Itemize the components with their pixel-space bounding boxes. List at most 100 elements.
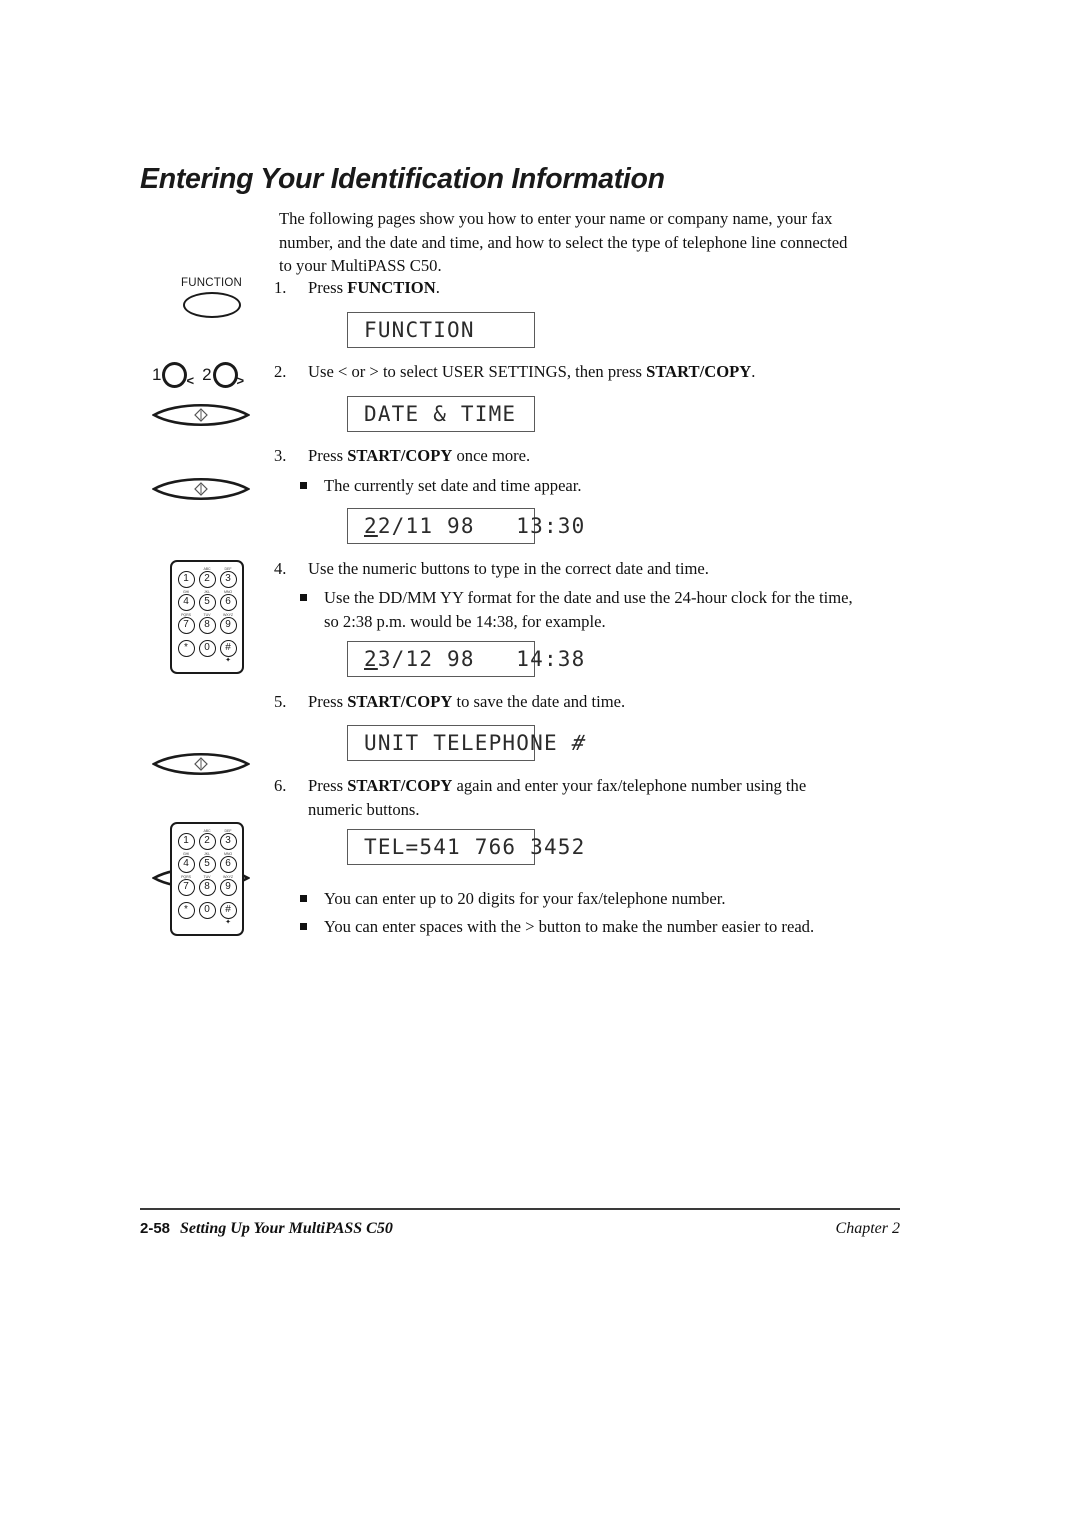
keypad-key-digit: 6 — [219, 594, 237, 611]
lcd-unit-telephone-label: UNIT TELEPHONE — [364, 731, 572, 755]
keypad-key-letters: MNO — [223, 590, 233, 594]
keypad-key[interactable]: DEF 3 — [218, 567, 238, 588]
keypad-key[interactable]: MNO 6 — [218, 852, 238, 873]
keypad-row: PQRS 7 TUV 8 WXYZ 9 — [176, 613, 238, 634]
step-1-bold: FUNCTION — [347, 278, 436, 297]
bullet-item-3: You can enter up to 20 digits for your f… — [300, 887, 856, 911]
keypad-key[interactable]: MNO 6 — [218, 590, 238, 611]
bullet-item-2: Use the DD/MM YY format for the date and… — [300, 586, 856, 633]
keypad-key[interactable]: DEF 3 — [218, 829, 238, 850]
bullet-square-icon — [300, 482, 307, 489]
start-copy-button-icon-2[interactable] — [152, 474, 250, 504]
keypad-key[interactable]: 1 — [176, 567, 196, 588]
start-copy-button-icon-3[interactable] — [152, 749, 250, 779]
step-5-prefix: Press — [308, 692, 348, 711]
step-6-bold: START/COPY — [347, 776, 453, 795]
step-4: 4. Use the numeric buttons to type in th… — [274, 557, 854, 581]
keypad-key[interactable]: 1 — [176, 829, 196, 850]
arrow-left-digit: 1 — [152, 365, 162, 384]
keypad-key[interactable]: # ✦ — [218, 636, 238, 664]
bullet-square-icon — [300, 594, 307, 601]
bullet-item-4-text: You can enter spaces with the > button t… — [324, 917, 815, 936]
keypad-key-digit: 3 — [219, 571, 237, 588]
keypad-key[interactable]: 0 — [197, 898, 217, 925]
function-button-icon[interactable]: FUNCTION — [181, 277, 242, 318]
keypad-key-digit: * — [177, 902, 195, 919]
keypad-key-digit: 8 — [198, 879, 216, 896]
keypad-key[interactable]: PQRS 7 — [176, 875, 196, 896]
keypad-key-digit: 8 — [198, 617, 216, 634]
keypad-key-digit: 7 — [177, 879, 195, 896]
keypad-key-digit: 4 — [177, 594, 195, 611]
step-1-suffix: . — [435, 278, 440, 297]
step-2-prefix: Use < or > to select USER SETTINGS, then… — [308, 362, 647, 381]
step-3-text: Press START/COPY once more. — [308, 444, 854, 468]
keypad-key[interactable]: * — [176, 898, 196, 925]
step-2: 2. Use < or > to select USER SETTINGS, t… — [274, 360, 854, 384]
step-5-text: Press START/COPY to save the date and ti… — [308, 690, 854, 714]
step-6-text: Press START/COPY again and enter your fa… — [308, 774, 854, 821]
keypad-row: PQRS 7 TUV 8 WXYZ 9 — [176, 875, 238, 896]
keypad-key[interactable]: GHI 4 — [176, 590, 196, 611]
lcd-function-display: FUNCTION — [347, 312, 535, 348]
keypad-key-tail — [197, 919, 217, 925]
keypad-key[interactable]: # ✦ — [218, 898, 238, 926]
step-5-number: 5. — [274, 692, 287, 711]
lcd-new-date-time-rest: 3/12 98 14:38 — [377, 647, 586, 671]
arrow-right-digit: 2 — [202, 365, 212, 384]
footer-chapter: Chapter 2 — [835, 1220, 900, 1237]
lcd-current-date-time-rest: 2/11 98 13:30 — [377, 514, 586, 538]
keypad-key-letters: GHI — [182, 852, 190, 856]
keypad-key[interactable]: WXYZ 9 — [218, 875, 238, 896]
lcd-new-date-time-display: 23/12 98 14:38 — [347, 641, 584, 677]
keypad-key[interactable]: WXYZ 9 — [218, 613, 238, 634]
arrow-right-circle[interactable] — [212, 362, 238, 388]
keypad-key[interactable]: PQRS 7 — [176, 613, 196, 634]
keypad-key-digit: 9 — [219, 617, 237, 634]
step-1-prefix: Press — [308, 278, 348, 297]
keypad-key[interactable]: TUV 8 — [197, 875, 217, 896]
intro-paragraph: The following pages show you how to ente… — [279, 209, 848, 276]
keypad-key-digit: 2 — [198, 833, 216, 850]
step-6: 6. Press START/COPY again and enter your… — [274, 774, 854, 821]
lcd-cursor-char: 2 — [364, 647, 378, 671]
lcd-date-time-menu-display: DATE & TIME — [347, 396, 535, 432]
start-copy-lens-shape — [152, 478, 250, 500]
keypad-key[interactable]: JKL 5 — [197, 590, 217, 611]
numeric-keypad-icon-2[interactable]: 1 ABC 2 DEF 3 GHI 4 JKL 5 MNO 6 PQRS 7 TUV 8 WX… — [170, 822, 244, 936]
numeric-keypad-icon-1[interactable]: 1 ABC 2 DEF 3 GHI 4 JKL 5 MNO 6 PQRS 7 TUV 8 WX… — [170, 560, 244, 674]
keypad-key-letters: JKL — [204, 590, 210, 594]
page-title: Entering Your Identification Information — [140, 163, 665, 195]
keypad-key[interactable]: * — [176, 636, 196, 663]
keypad-row: * 0 # ✦ — [176, 898, 238, 926]
keypad-key[interactable]: JKL 5 — [197, 852, 217, 873]
keypad-key[interactable]: 0 — [197, 636, 217, 663]
start-copy-lens-shape — [152, 753, 250, 775]
keypad-key[interactable]: GHI 4 — [176, 852, 196, 873]
bullet-item-2-text: Use the DD/MM YY format for the date and… — [324, 588, 853, 631]
step-1: 1. Press FUNCTION. — [274, 276, 854, 300]
start-copy-button-icon-1[interactable] — [152, 400, 250, 430]
keypad-row: GHI 4 JKL 5 MNO 6 — [176, 590, 238, 611]
arrow-buttons-icon[interactable]: 1 < 2 > — [152, 362, 252, 388]
step-4-number: 4. — [274, 559, 287, 578]
arrow-left-circle[interactable] — [162, 362, 188, 388]
keypad-key[interactable]: TUV 8 — [197, 613, 217, 634]
keypad-key-digit: 5 — [198, 594, 216, 611]
arrow-left-chevron-icon: < — [186, 373, 195, 388]
keypad-key-tail — [176, 919, 196, 925]
lcd-cursor-char: 2 — [364, 514, 378, 538]
step-2-bold: START/COPY — [646, 362, 752, 381]
lcd-unit-telephone-text: UNIT TELEPHONE # — [348, 731, 588, 755]
keypad-key-letters: WXYZ — [223, 875, 233, 879]
keypad-key-digit: 0 — [198, 640, 216, 657]
lcd-new-date-time-text: 23/12 98 14:38 — [348, 647, 586, 671]
keypad-key-letters: MNO — [223, 852, 233, 856]
keypad-key[interactable]: ABC 2 — [197, 829, 217, 850]
keypad-row: 1 ABC 2 DEF 3 — [176, 829, 238, 850]
step-3-bold: START/COPY — [347, 446, 453, 465]
lcd-current-date-time-text: 22/11 98 13:30 — [348, 514, 586, 538]
keypad-key-letters: PQRS — [181, 613, 191, 617]
keypad-key[interactable]: ABC 2 — [197, 567, 217, 588]
keypad-key-digit: 6 — [219, 856, 237, 873]
